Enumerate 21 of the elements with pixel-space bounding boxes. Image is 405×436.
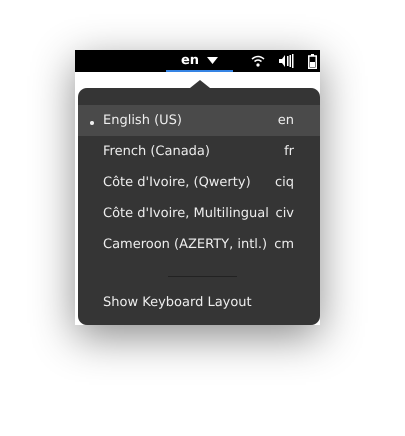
show-keyboard-layout-item[interactable]: Show Keyboard Layout	[78, 290, 320, 315]
indicator-label: en	[180, 52, 200, 68]
layout-name: Côte d'Ivoire, Multilingual	[103, 206, 270, 221]
caret-icon	[207, 56, 218, 64]
volume-icon[interactable]	[279, 54, 294, 68]
layout-name: English (US)	[103, 113, 183, 128]
layout-code: ciq	[274, 175, 294, 190]
layout-name: Cameroon (AZERTY, intl.)	[103, 237, 268, 252]
layout-item[interactable]: Côte d'Ivoire, (Qwerty) ciq	[78, 167, 320, 198]
layout-code: cm	[274, 237, 294, 252]
layout-name: French (Canada)	[103, 144, 211, 159]
layout-item[interactable]: French (Canada) fr	[78, 136, 320, 167]
layout-code: en	[278, 113, 294, 128]
layout-item[interactable]: English (US) en	[78, 105, 320, 136]
layout-name: Côte d'Ivoire, (Qwerty)	[103, 175, 252, 190]
battery-icon[interactable]	[308, 54, 317, 68]
wifi-icon[interactable]	[251, 55, 265, 67]
layout-code: civ	[276, 206, 294, 221]
layout-code: fr	[284, 144, 294, 159]
layout-item[interactable]: Côte d'Ivoire, Multilingual civ	[78, 198, 320, 229]
layout-item[interactable]: Cameroon (AZERTY, intl.) cm	[78, 229, 320, 260]
